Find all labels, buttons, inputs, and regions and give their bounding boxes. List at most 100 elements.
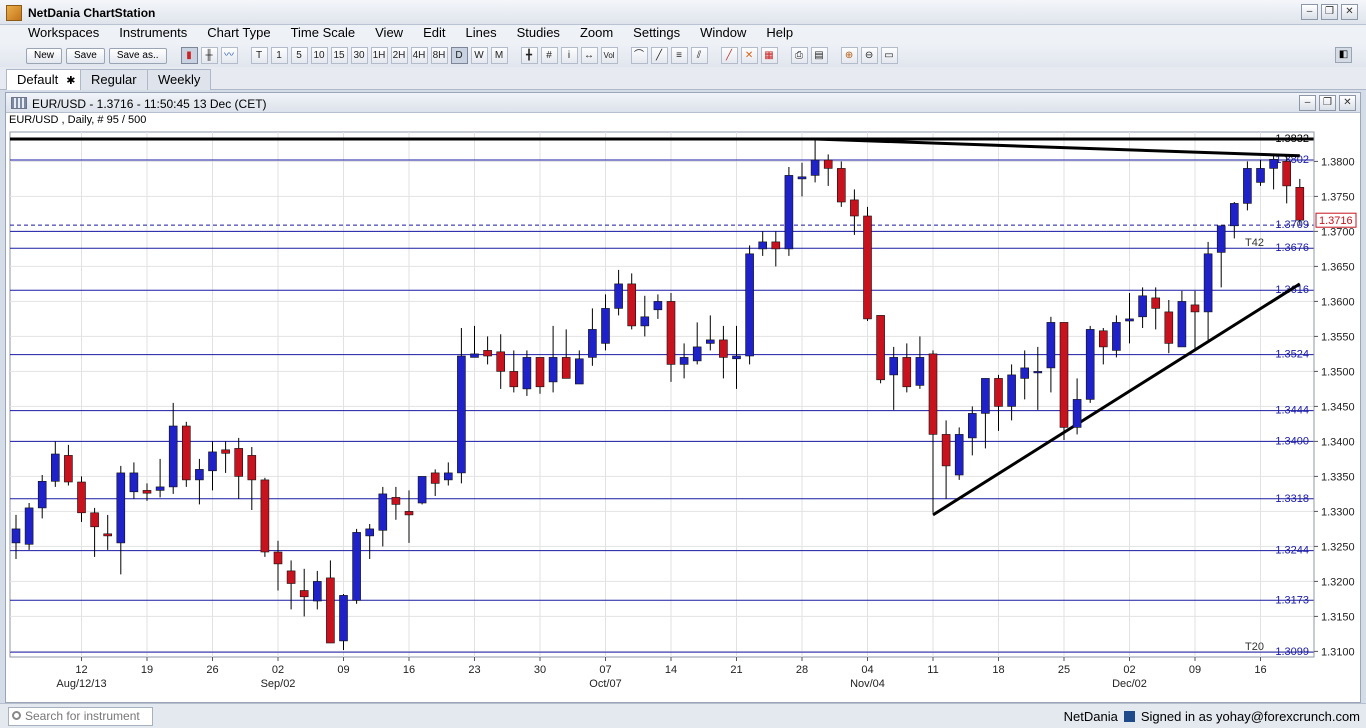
timescale-1h[interactable]: 1H — [370, 47, 388, 64]
timescale-monthly[interactable]: M — [490, 47, 508, 64]
chart-minimize-button[interactable]: – — [1299, 95, 1316, 111]
time-tick-label: 18 — [992, 664, 1004, 676]
candle — [24, 503, 34, 550]
timescale-weekly[interactable]: W — [470, 47, 488, 64]
workspace-tabs: Default ✱ Regular Weekly — [0, 67, 1366, 90]
fib-icon[interactable]: ≡ — [670, 47, 688, 64]
time-tick-label: 26 — [206, 664, 218, 676]
candle-body-up — [967, 413, 977, 439]
timescale-8h[interactable]: 8H — [430, 47, 448, 64]
delete-line-icon[interactable]: ╱ — [720, 47, 738, 64]
menu-workspaces[interactable]: Workspaces — [18, 25, 109, 44]
menu-settings[interactable]: Settings — [623, 25, 690, 44]
level-label: 1.3173 — [1275, 594, 1309, 606]
zoom-out-icon[interactable]: ⊖ — [860, 47, 878, 64]
scroll-icon[interactable]: ↔ — [580, 47, 598, 64]
candle — [863, 206, 872, 321]
candle — [1059, 322, 1069, 440]
price-tick-label: 1.3650 — [1321, 261, 1355, 273]
timescale-10[interactable]: 10 — [310, 47, 328, 64]
timescale-5[interactable]: 5 — [290, 47, 308, 64]
candle-body-up — [692, 346, 702, 362]
instrument-search-input[interactable]: Search for instrument — [8, 707, 153, 726]
candle-body-down — [863, 215, 872, 320]
line-icon[interactable]: 〰 — [220, 47, 238, 64]
menu-edit[interactable]: Edit — [413, 25, 455, 44]
tab-regular[interactable]: Regular — [80, 69, 148, 90]
volume-icon[interactable]: Vol — [600, 47, 618, 64]
menu-zoom[interactable]: Zoom — [570, 25, 623, 44]
tab-weekly[interactable]: Weekly — [147, 69, 212, 90]
timescale-15[interactable]: 15 — [330, 47, 348, 64]
timescale-30[interactable]: 30 — [350, 47, 368, 64]
menu-lines[interactable]: Lines — [455, 25, 506, 44]
save-as-button[interactable]: Save as.. — [108, 47, 167, 64]
tab-close-icon[interactable]: ✱ — [66, 75, 75, 87]
candle-body-down — [77, 481, 86, 514]
menu-view[interactable]: View — [365, 25, 413, 44]
candle — [836, 161, 846, 207]
candle-body-down — [771, 241, 781, 250]
candle-body-down — [535, 357, 545, 388]
timescale-1[interactable]: 1 — [270, 47, 288, 64]
timescale-tick[interactable]: T — [250, 47, 268, 64]
chart-restore-button[interactable]: ❐ — [1319, 95, 1336, 111]
print-icon[interactable]: ⎙ — [790, 47, 808, 64]
candle-body-down — [273, 551, 283, 565]
channel-icon[interactable]: ⫽ — [690, 47, 708, 64]
restore-button[interactable]: ❐ — [1321, 4, 1338, 20]
level-label: 1.3832 — [1275, 133, 1309, 145]
menu-time-scale[interactable]: Time Scale — [281, 25, 366, 44]
menu-help[interactable]: Help — [756, 25, 803, 44]
save-button[interactable]: Save — [66, 47, 105, 64]
panel-toggle-icon[interactable]: ◧ — [1335, 47, 1352, 63]
candle-body-up — [1230, 203, 1239, 227]
candle-body-up — [889, 357, 899, 376]
month-label: Dec/02 — [1112, 678, 1147, 690]
menu-instruments[interactable]: Instruments — [109, 25, 197, 44]
candle-body-up — [679, 357, 689, 365]
candle-body-up — [1072, 399, 1082, 428]
minimize-button[interactable]: – — [1301, 4, 1318, 20]
candle-body-down — [1282, 161, 1291, 187]
zoom-in-icon[interactable]: ⊕ — [840, 47, 858, 64]
candle-body-down — [561, 357, 571, 379]
zoom-reset-icon[interactable]: ▭ — [880, 47, 898, 64]
time-tick-label: 14 — [665, 664, 677, 676]
candle-body-down — [286, 570, 296, 584]
candle-body-up — [574, 358, 584, 385]
info-icon[interactable]: i — [560, 47, 578, 64]
candle-body-down — [404, 511, 414, 516]
draw-icon[interactable]: ⌒ — [630, 47, 648, 64]
candle-body-up — [915, 357, 925, 386]
chart-window-controls: – ❐ ✕ — [1299, 95, 1356, 111]
menu-studies[interactable]: Studies — [507, 25, 570, 44]
tab-default[interactable]: Default ✱ — [6, 69, 87, 90]
menu-chart-type[interactable]: Chart Type — [197, 25, 280, 44]
level-label: 1.3524 — [1275, 349, 1309, 361]
candle-body-down — [850, 199, 859, 217]
timescale-2h[interactable]: 2H — [390, 47, 408, 64]
candle-body-up — [1269, 158, 1278, 169]
preview-icon[interactable]: ▤ — [810, 47, 828, 64]
price-tick-label: 1.3700 — [1321, 226, 1355, 238]
grid-icon[interactable]: # — [540, 47, 558, 64]
time-tick-label: 02 — [272, 664, 284, 676]
candle-body-up — [797, 176, 807, 180]
new-button[interactable]: New — [26, 47, 63, 64]
trendline-icon[interactable]: ╱ — [650, 47, 668, 64]
bars-icon[interactable]: ╫ — [200, 47, 218, 64]
timescale-daily[interactable]: D — [450, 47, 468, 64]
close-button[interactable]: ✕ — [1341, 4, 1358, 20]
candle — [260, 477, 270, 557]
studies-icon[interactable]: ▦ — [760, 47, 778, 64]
delete-all-icon[interactable]: ✕ — [740, 47, 758, 64]
menu-window[interactable]: Window — [690, 25, 756, 44]
price-chart[interactable]: 1.38321.38021.37091.3676T421.36161.35241… — [6, 114, 1360, 703]
candles-icon[interactable]: ▮ — [180, 47, 198, 64]
timescale-4h[interactable]: 4H — [410, 47, 428, 64]
candle-body-down — [430, 472, 440, 484]
chart-close-button[interactable]: ✕ — [1339, 95, 1356, 111]
crosshair-icon[interactable]: ╋ — [520, 47, 538, 64]
candle — [1243, 161, 1252, 211]
